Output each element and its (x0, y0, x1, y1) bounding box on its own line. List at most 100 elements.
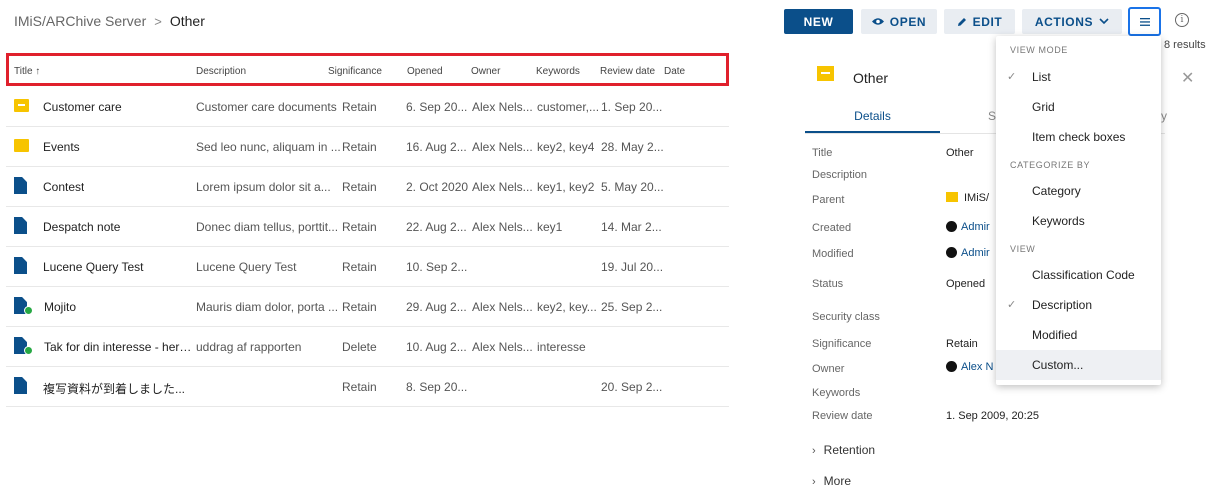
row-significance: Retain (342, 140, 377, 154)
open-button[interactable]: OPEN (861, 9, 937, 34)
row-title: Tak for din interesse - her ... (44, 340, 192, 354)
prop-label-modified: Modified (812, 248, 854, 260)
row-keywords: key2, key4 (537, 140, 595, 154)
menu-item-custom-label: Custom... (1032, 358, 1084, 372)
document-icon (14, 177, 27, 194)
table-row[interactable]: Mojito Mauris diam dolor, porta ... Retain… (6, 287, 729, 327)
actions-button-label: ACTIONS (1034, 14, 1094, 29)
row-title: 複写資料が到着しました... (43, 382, 186, 396)
menu-section-view-mode: VIEW MODE (1010, 45, 1068, 55)
table-row[interactable]: Contest Lorem ipsum dolor sit a... Retain 2… (6, 167, 729, 207)
row-opened: 10. Aug 2... (406, 340, 467, 354)
more-expander[interactable]: › More (812, 474, 851, 488)
menu-section-view: VIEW (1010, 244, 1036, 254)
parent-link-text: IMiS/ (964, 192, 990, 204)
eye-icon (871, 18, 884, 25)
row-owner: Alex Nels... (472, 340, 533, 354)
column-header-description[interactable]: Description (196, 66, 246, 77)
row-significance: Delete (342, 340, 377, 354)
menu-item-classification-code[interactable]: Classification Code (996, 260, 1161, 290)
row-keywords: interesse (537, 340, 586, 354)
tab-s[interactable]: S (988, 109, 996, 123)
close-icon[interactable]: ✕ (1181, 68, 1194, 88)
edit-button-label: EDIT (972, 14, 1003, 29)
table-row[interactable]: Despatch note Donec diam tellus, porttit.… (6, 207, 729, 247)
retention-expander[interactable]: › Retention (812, 443, 875, 457)
open-button-label: OPEN (889, 14, 927, 29)
prop-label-parent: Parent (812, 194, 845, 206)
row-description: Lorem ipsum dolor sit a... (196, 180, 331, 194)
table-row[interactable]: Customer care Customer care documents Reta… (6, 87, 729, 127)
row-keywords: key1, key2 (537, 180, 595, 194)
prop-value-owner[interactable]: Alex N (946, 361, 993, 373)
row-title: Despatch note (43, 220, 121, 234)
actions-button[interactable]: ACTIONS (1022, 9, 1122, 34)
row-owner: Alex Nels... (472, 300, 533, 314)
table-row[interactable]: 複写資料が到着しました... Retain 8. Sep 20... 20. Sep … (6, 367, 729, 407)
row-review: 19. Jul 20... (601, 260, 664, 274)
menu-item-modified[interactable]: Modified (996, 320, 1161, 350)
view-mode-button[interactable] (1128, 7, 1161, 36)
tab-y[interactable]: y (1161, 109, 1167, 123)
check-badge-icon (24, 346, 33, 355)
row-review: 28. May 2... (601, 140, 664, 154)
row-owner: Alex Nels... (472, 140, 533, 154)
check-icon: ✓ (1007, 299, 1017, 311)
column-header-keywords[interactable]: Keywords (536, 66, 580, 77)
row-title: Lucene Query Test (43, 260, 144, 274)
column-header-opened[interactable]: Opened (407, 66, 443, 77)
prop-label-keywords: Keywords (812, 387, 861, 399)
prop-value-parent[interactable]: IMiS/ (946, 192, 989, 204)
new-button[interactable]: NEW (784, 9, 853, 34)
menu-item-check-boxes-label: Item check boxes (1032, 130, 1126, 144)
avatar (946, 221, 957, 232)
menu-item-custom[interactable]: Custom... (996, 350, 1161, 380)
document-icon (14, 377, 27, 394)
row-keywords: customer,... (537, 100, 600, 114)
edit-button[interactable]: EDIT (944, 9, 1015, 34)
column-header-significance[interactable]: Significance (328, 66, 382, 77)
prop-value-modified[interactable]: Admir (946, 247, 990, 259)
chevron-right-icon: › (812, 445, 816, 457)
menu-item-list[interactable]: ✓ List (996, 62, 1161, 92)
column-header-date[interactable]: Date (664, 66, 685, 77)
menu-item-grid[interactable]: Grid (996, 92, 1161, 122)
table-row[interactable]: Tak for din interesse - her ... uddrag af… (6, 327, 729, 367)
row-significance: Retain (342, 180, 377, 194)
retention-label: Retention (823, 443, 876, 457)
info-icon[interactable]: i (1175, 13, 1189, 27)
prop-label-security-class: Security class (812, 311, 880, 323)
chevron-down-icon (1099, 18, 1109, 25)
pencil-icon (957, 17, 966, 26)
table-row[interactable]: Lucene Query Test Lucene Query Test Retain… (6, 247, 729, 287)
modified-user-text: Admir (961, 247, 990, 259)
prop-value-status: Opened (946, 278, 986, 290)
row-title: Events (43, 140, 80, 154)
menu-item-description[interactable]: ✓ Description (996, 290, 1161, 320)
row-title: Customer care (43, 100, 122, 114)
prop-value-created[interactable]: Admir (946, 221, 990, 233)
row-significance: Retain (342, 220, 377, 234)
row-significance: Retain (342, 380, 377, 394)
menu-item-keywords[interactable]: Keywords (996, 206, 1161, 236)
table-row[interactable]: Events Sed leo nunc, aliquam in ... Retain… (6, 127, 729, 167)
avatar (946, 247, 957, 258)
row-opened: 10. Sep 2... (406, 260, 468, 274)
view-mode-menu: VIEW MODE ✓ List Grid Item check boxes C… (996, 36, 1161, 385)
prop-label-significance: Significance (812, 338, 872, 350)
folder-icon (14, 139, 29, 152)
menu-item-category[interactable]: Category (996, 176, 1161, 206)
menu-item-modified-label: Modified (1032, 328, 1078, 342)
breadcrumb-root-link[interactable]: IMiS/ARChive Server (14, 13, 146, 29)
table-header-row: Title ↑ Description Significance Opened … (6, 53, 729, 86)
created-user-text: Admir (961, 221, 990, 233)
row-description: Customer care documents (196, 100, 337, 114)
column-header-title[interactable]: Title ↑ (14, 66, 40, 77)
column-header-review-date[interactable]: Review date (600, 66, 655, 77)
breadcrumb-separator: > (154, 13, 162, 29)
menu-item-item-check-boxes[interactable]: Item check boxes (996, 122, 1161, 152)
prop-label-status: Status (812, 278, 844, 290)
row-title: Contest (43, 180, 85, 194)
column-header-owner[interactable]: Owner (471, 66, 500, 77)
tab-details[interactable]: Details (805, 101, 940, 133)
